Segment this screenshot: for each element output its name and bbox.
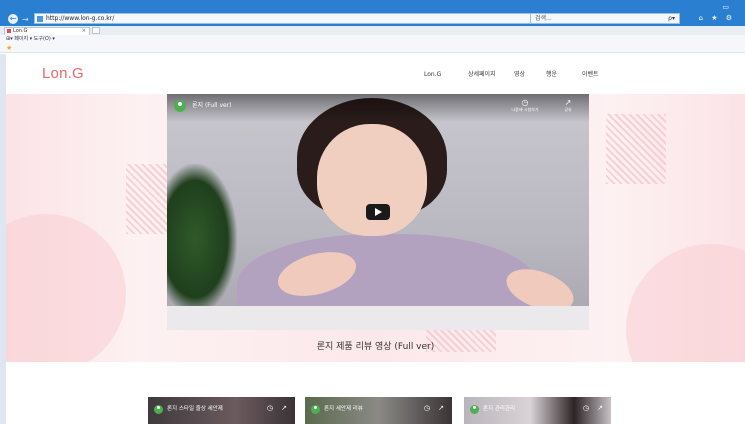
video-title[interactable]: 론지 (Full ver) (192, 102, 232, 110)
tab-title: Lon.G (13, 28, 28, 34)
command-bar[interactable]: ⊞▾ 페이지 ▾ 도구(O) ▾ (0, 35, 745, 44)
video-thumbnail[interactable]: 론지 관리관리 ◷ ↗ (464, 397, 611, 424)
share-icon[interactable]: ↗ (281, 404, 287, 412)
video-top-bar: 론지 (Full ver) ◷ 나중에 시청하기 ↗ 공유 (167, 94, 589, 122)
search-placeholder: 검색... (535, 15, 552, 22)
back-arrow-icon[interactable]: ← (8, 14, 18, 24)
nav-item-video[interactable]: 영상 (514, 71, 525, 79)
channel-avatar-icon[interactable] (174, 100, 186, 112)
window-restore-icon[interactable]: ▭ (722, 3, 729, 11)
nav-item-detail[interactable]: 상세페이지 (468, 71, 496, 79)
share-icon: ↗ (564, 98, 572, 107)
table-surface (167, 306, 589, 330)
decor-stripe (606, 114, 666, 184)
video-thumbnail[interactable]: 론지 세안제 리뷰 ◷ ↗ (305, 397, 452, 424)
clock-icon: ◷ (521, 98, 529, 107)
hero-section: 론지 (Full ver) ◷ 나중에 시청하기 ↗ 공유 론지 제품 리뷰 영… (6, 94, 745, 362)
thumbnail-title: 론지 스타일 줄상 세안제 (167, 406, 223, 412)
channel-avatar-icon (154, 405, 163, 414)
browser-tab[interactable]: Lon.G × (4, 27, 90, 35)
nav-item-luck[interactable]: 행운 (546, 71, 557, 79)
favorites-bar: ★ (0, 44, 745, 53)
main-video-player[interactable]: 론지 (Full ver) ◷ 나중에 시청하기 ↗ 공유 (167, 94, 589, 330)
clock-icon[interactable]: ◷ (424, 404, 430, 412)
web-page: Lon.G Lon.G 상세페이지 영상 행운 이벤트 론지 (Full ver… (6, 54, 745, 424)
thumbnail-title: 론지 세안제 리뷰 (324, 406, 363, 412)
watch-later-button[interactable]: ◷ 나중에 시청하기 (505, 98, 545, 113)
hero-caption: 론지 제품 리뷰 영상 (Full ver) (316, 342, 435, 352)
tab-close-icon[interactable]: × (82, 28, 86, 35)
share-icon[interactable]: ↗ (597, 404, 603, 412)
play-icon[interactable] (366, 204, 390, 220)
share-label: 공유 (564, 107, 572, 112)
thumbnail-title: 론지 관리관리 (483, 406, 516, 412)
share-icon[interactable]: ↗ (438, 404, 444, 412)
video-thumbnails: 론지 스타일 줄상 세안제 ◷ ↗ 론지 세안제 리뷰 ◷ ↗ 론지 관리관리 … (6, 382, 745, 424)
address-bar[interactable]: http://www.lon-g.co.kr/ v ↻ (34, 13, 554, 24)
site-header: Lon.G Lon.G 상세페이지 영상 행운 이벤트 (6, 54, 745, 94)
favorites-star-icon[interactable]: ★ (6, 44, 12, 53)
browser-titlebar: ← → http://www.lon-g.co.kr/ v ↻ 검색... ρ▾… (0, 0, 745, 26)
search-icon[interactable]: ρ▾ (668, 14, 675, 24)
channel-avatar-icon (470, 405, 479, 414)
new-tab-button[interactable] (92, 27, 100, 34)
plant-image (167, 164, 237, 314)
channel-avatar-icon (311, 405, 320, 414)
nav-item-event[interactable]: 이벤트 (582, 71, 599, 79)
video-thumbnail[interactable]: 론지 스타일 줄상 세안제 ◷ ↗ (148, 397, 295, 424)
tab-favicon-icon (7, 29, 11, 33)
clock-icon[interactable]: ◷ (267, 404, 273, 412)
clock-icon[interactable]: ◷ (583, 404, 589, 412)
forward-arrow-icon[interactable]: → (22, 15, 29, 24)
browser-search-box[interactable]: 검색... ρ▾ (530, 13, 680, 24)
home-favorites-settings-icons[interactable]: ⌂ ★ ⚙ (699, 14, 735, 22)
nav-item-long[interactable]: Lon.G (424, 71, 441, 79)
site-favicon-icon (37, 16, 43, 22)
watch-later-label: 나중에 시청하기 (511, 107, 539, 112)
tab-bar: Lon.G × (0, 26, 745, 35)
share-button[interactable]: ↗ 공유 (553, 98, 583, 113)
site-logo[interactable]: Lon.G (42, 65, 84, 82)
address-url[interactable]: http://www.lon-g.co.kr/ (46, 14, 114, 24)
